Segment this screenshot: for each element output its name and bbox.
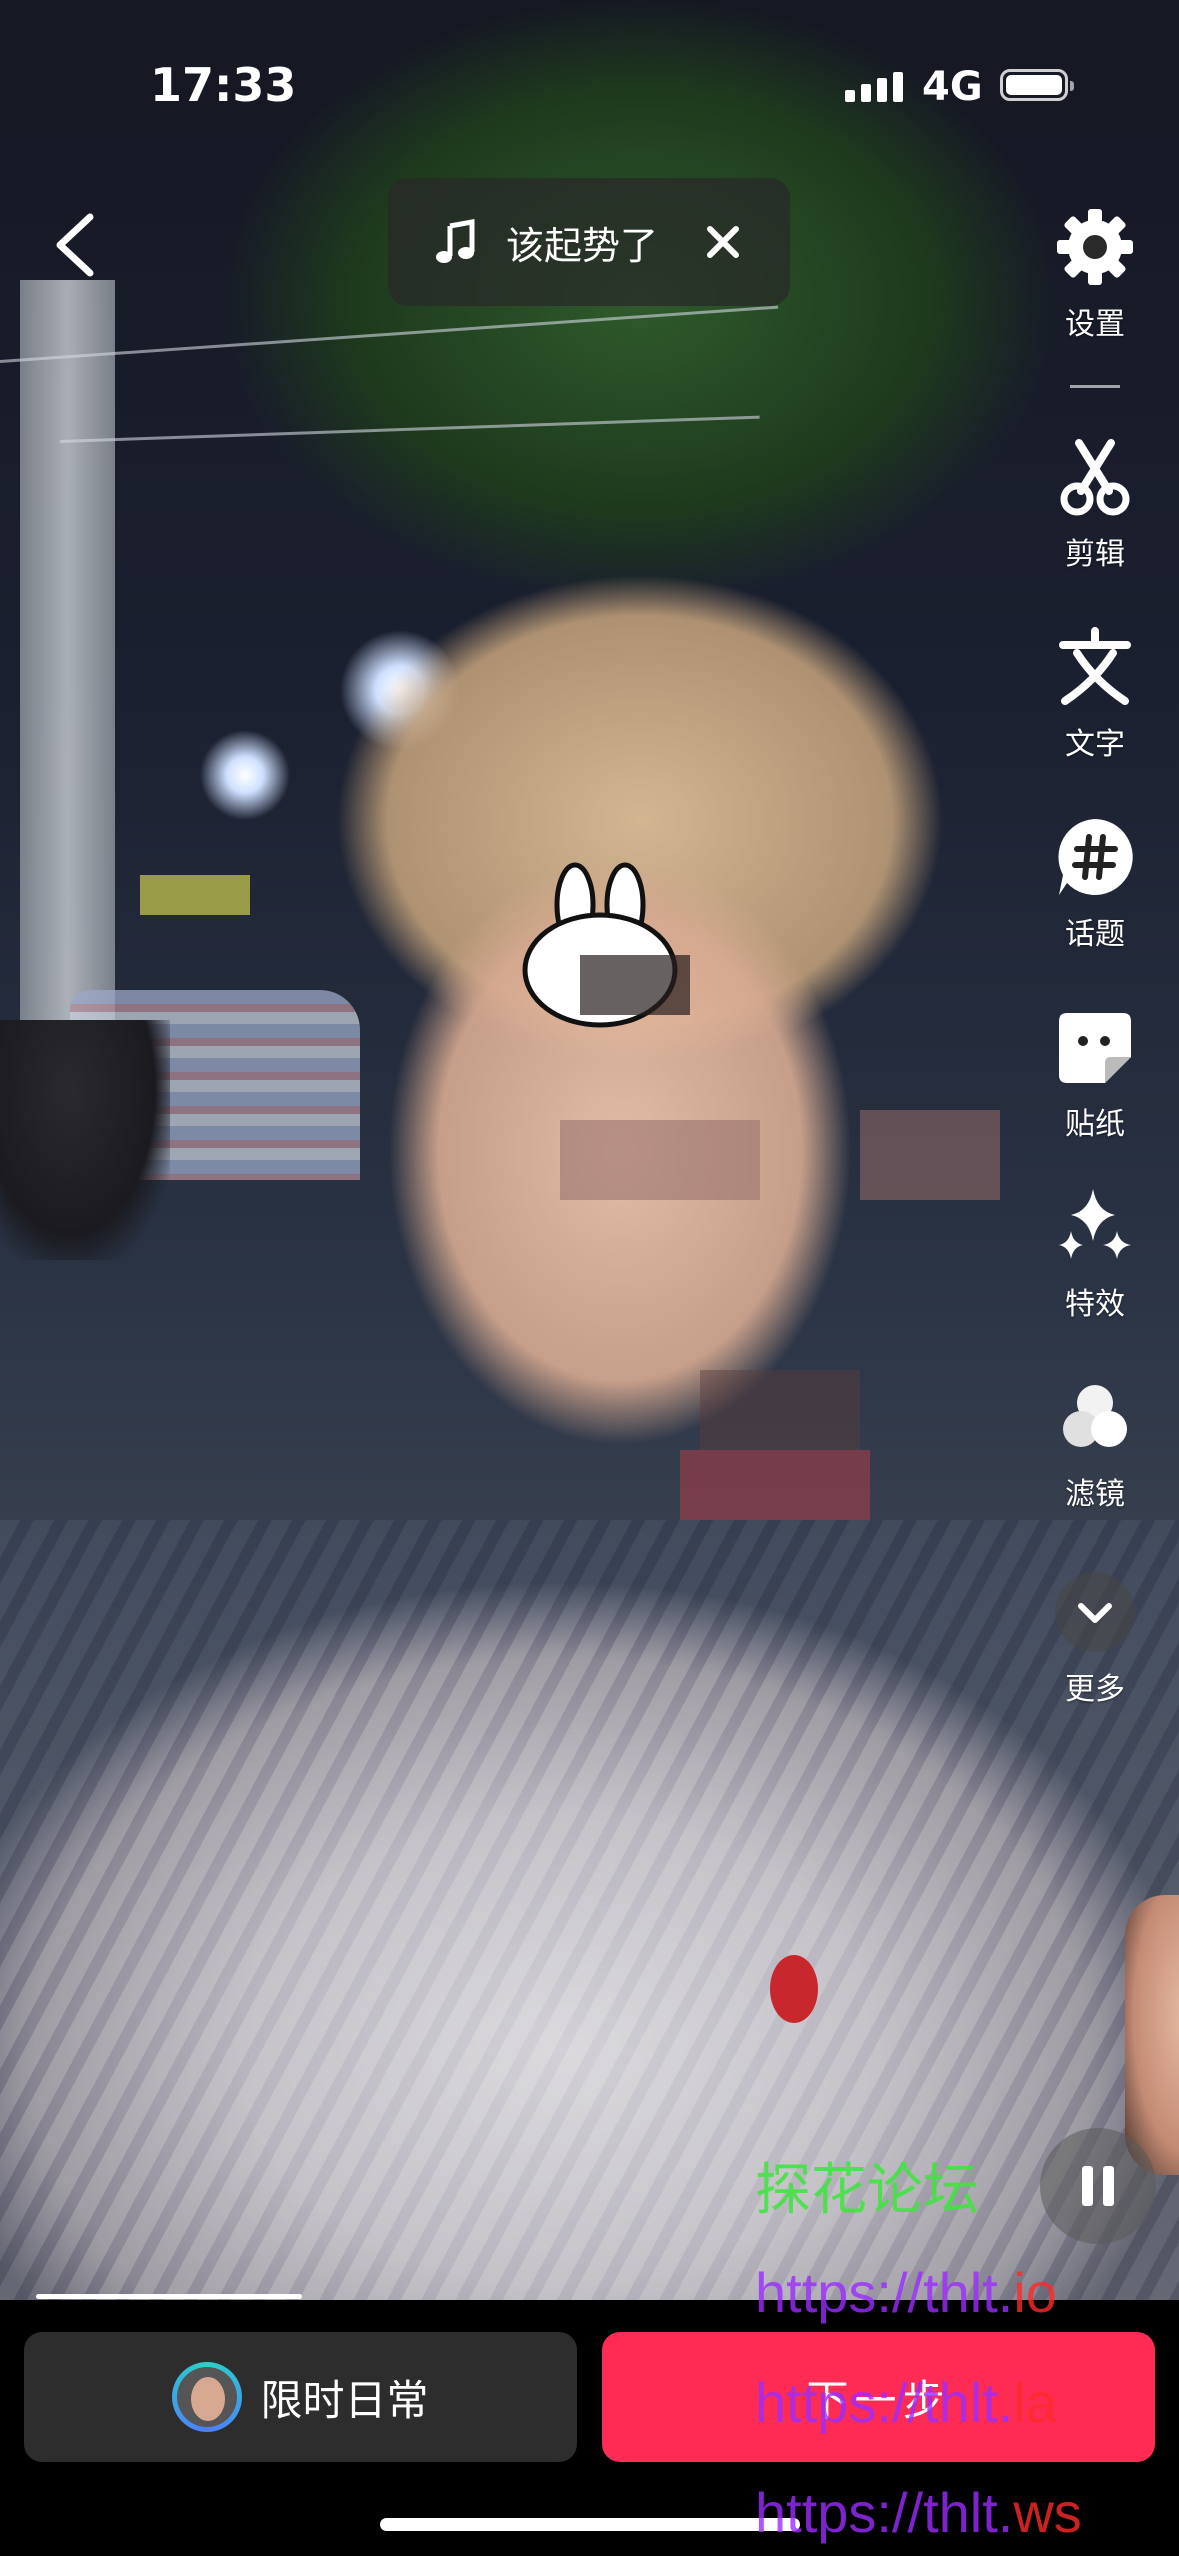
pause-button[interactable] [1040,2128,1156,2244]
background-pole [20,280,115,1040]
scissors-icon [1060,439,1130,516]
music-title: 该起势了 [506,223,659,268]
more-button[interactable]: 更多 [1035,1570,1155,1708]
gear-icon [1057,209,1133,285]
network-type: 4G [922,64,983,110]
hashtag-icon [1058,819,1133,895]
chevron-down-icon [1055,1572,1135,1652]
edit-label: 剪辑 [1065,537,1125,572]
music-note-icon [436,219,475,263]
settings-label: 设置 [1065,307,1125,342]
status-time: 17:33 [150,58,297,112]
sticker-label: 贴纸 [1065,1107,1125,1142]
close-icon[interactable] [698,217,748,267]
background-sign [140,875,250,915]
playback-progress-fill [36,2294,302,2299]
sticker-button[interactable]: 贴纸 [1035,1005,1155,1143]
mosaic-block [700,1370,860,1450]
video-preview[interactable] [0,0,1179,2300]
cellular-signal-icon [845,72,903,102]
striped-shirt [0,1520,1179,2300]
filter-label: 滤镜 [1065,1477,1125,1512]
text-icon [1059,627,1131,705]
mosaic-block [560,1120,760,1200]
bunny-sticker [522,862,690,1028]
home-indicator[interactable] [380,2518,800,2531]
pause-icon [1082,2166,1093,2206]
more-label: 更多 [1065,1672,1125,1707]
background-wire [0,305,779,363]
daily-post-button[interactable]: 限时日常 [24,2332,577,2462]
effects-label: 特效 [1065,1287,1125,1322]
edit-button[interactable]: 剪辑 [1035,435,1155,573]
topic-button[interactable]: 话题 [1035,815,1155,953]
watermark-site-name: 探花论坛 [755,2158,979,2221]
camera-thumbnail[interactable] [1125,1895,1179,2175]
battery-icon [1000,69,1074,101]
watermark-link: https://thlt.io [755,2261,1057,2324]
sparkle-icon [1059,1189,1131,1259]
music-selector[interactable]: 该起势了 [388,178,790,306]
back-icon[interactable] [40,205,110,285]
settings-button[interactable]: 设置 [1035,205,1155,343]
background-wire [59,415,760,443]
text-button[interactable]: 文字 [1035,625,1155,763]
mosaic-block [680,1450,870,1520]
background-person [0,1020,170,1260]
mosaic-block [860,1110,1000,1200]
effects-button[interactable]: 特效 [1035,1185,1155,1323]
topic-label: 话题 [1065,917,1125,952]
avatar [172,2362,242,2432]
watermark-link: https://thlt.la [755,2371,1057,2434]
daily-post-label: 限时日常 [260,2375,429,2425]
sticker-icon [1059,1013,1131,1083]
shirt-button [770,1955,818,2023]
rail-divider [1070,385,1120,388]
filter-button[interactable]: 滤镜 [1035,1375,1155,1513]
text-label: 文字 [1065,727,1125,762]
filter-icon [1063,1385,1127,1447]
watermark-link: https://thlt.ws [755,2481,1082,2544]
